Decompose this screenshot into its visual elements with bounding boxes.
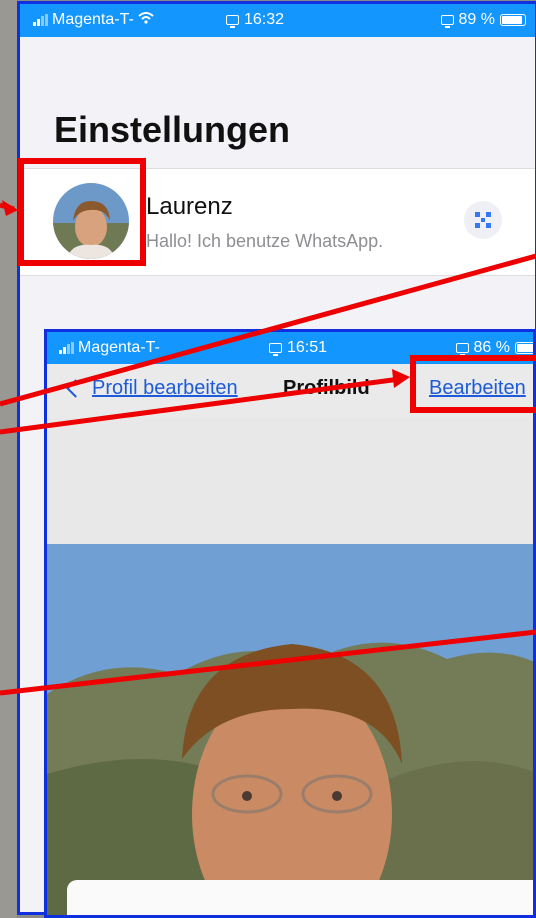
time-label: 16:51 [287,339,328,356]
status-time: 16:32 [226,11,284,29]
screen-mirror-icon [455,343,469,356]
carrier-label: Magenta-T- [78,339,160,356]
profile-status: Hallo! Ich benutze WhatsApp. [146,231,384,251]
back-label: Profil bearbeiten [92,377,238,399]
battery-label: 89 % [458,11,495,28]
carrier-label: Magenta-T- [52,11,134,28]
wifi-icon [138,11,154,29]
back-button[interactable]: Profil bearbeiten [66,377,238,400]
inner-status-left: Magenta-T- [59,339,160,357]
bottom-sheet [67,880,533,915]
signal-icon [33,14,48,26]
page-title: Einstellungen [54,109,291,150]
battery-icon [500,14,526,26]
edit-highlight [410,355,536,413]
inner-status-time: 16:51 [269,339,327,357]
profile-photo [47,544,533,915]
chevron-left-icon [66,379,85,398]
time-label: 16:32 [244,11,285,28]
qr-code-button[interactable] [464,201,502,239]
status-left: Magenta-T- [33,11,154,29]
nav-title: Profilbild [283,377,370,399]
battery-icon [515,342,533,354]
qr-code-icon [475,212,491,228]
avatar-highlight [18,158,146,266]
screen-mirror-icon [440,15,454,28]
screen-mirror-icon [226,15,239,28]
profile-name: Laurenz [146,193,233,220]
background-panel [0,0,17,918]
status-right: 89 % [440,11,526,29]
photo-area [47,418,533,915]
profile-photo-screenshot: Magenta-T- 16:51 86 % Profil bearbeiten … [44,329,536,918]
screen-mirror-icon [269,343,282,356]
signal-icon [59,342,74,354]
status-bar: Magenta-T- 16:32 89 % [19,3,536,37]
